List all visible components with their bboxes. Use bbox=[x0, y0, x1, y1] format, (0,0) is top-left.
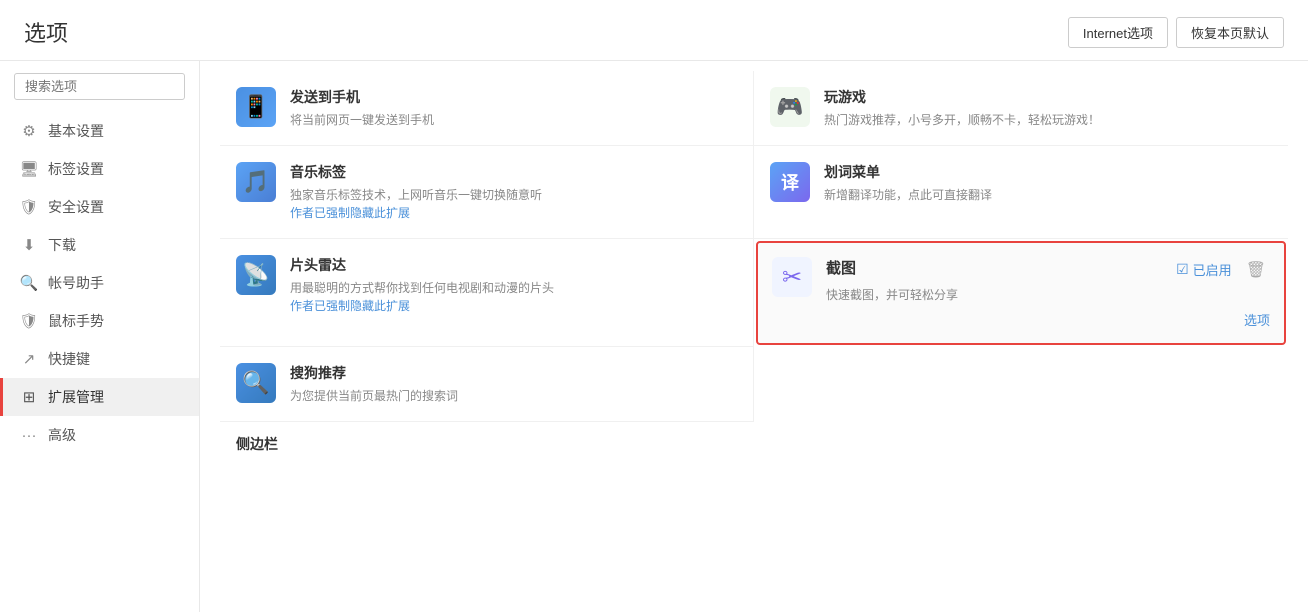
shield-icon: 🛡 bbox=[20, 198, 38, 216]
advanced-icon: ··· bbox=[20, 426, 38, 444]
ext-desc: 新增翻译功能，点此可直接翻译 bbox=[824, 186, 1272, 204]
ext-desc: 将当前网页一键发送到手机 bbox=[290, 111, 737, 129]
shortcut-icon: ↗ bbox=[20, 350, 38, 368]
sidebar-item-label: 基本设置 bbox=[48, 121, 104, 141]
ext-item-search-suggest: 🔍 搜狗推荐 为您提供当前页最热门的搜索词 bbox=[220, 347, 754, 422]
screenshot-options-link[interactable]: 选项 bbox=[826, 310, 1270, 329]
search-input[interactable] bbox=[14, 73, 185, 100]
ext-desc: 用最聪明的方式帮你找到任何电视剧和动漫的片头 作者已强制隐藏此扩展 bbox=[290, 279, 737, 315]
sidebar: ⚙ 基本设置 🖥 标签设置 🛡 安全设置 ⬇ 下载 🔍 帐号助手 🛡 鼠标手势 … bbox=[0, 61, 200, 612]
ext-info: 片头雷达 用最聪明的方式帮你找到任何电视剧和动漫的片头 作者已强制隐藏此扩展 bbox=[290, 255, 737, 315]
hidden-link2[interactable]: 作者已强制隐藏此扩展 bbox=[290, 299, 410, 313]
ext-info: 发送到手机 将当前网页一键发送到手机 bbox=[290, 87, 737, 129]
ext-title: 划词菜单 bbox=[824, 162, 1272, 182]
ext-title: 片头雷达 bbox=[290, 255, 737, 275]
ext-info: 音乐标签 独家音乐标签技术，上网听音乐一键切换随意听 作者已强制隐藏此扩展 bbox=[290, 162, 737, 222]
mouse-icon: 🛡 bbox=[20, 312, 38, 330]
ext-info: 划词菜单 新增翻译功能，点此可直接翻译 bbox=[824, 162, 1272, 204]
sidebar-item-label: 鼠标手势 bbox=[48, 311, 104, 331]
ext-desc: 热门游戏推荐，小号多开，顺畅不卡，轻松玩游戏！ bbox=[824, 111, 1272, 129]
play-game-icon: 🎮 bbox=[770, 87, 810, 127]
ext-title: 音乐标签 bbox=[290, 162, 737, 182]
extensions-icon: ⊞ bbox=[20, 388, 38, 406]
main-content: 📱 发送到手机 将当前网页一键发送到手机 🎮 玩游戏 热门游戏推荐，小号多开，顺… bbox=[200, 61, 1308, 612]
sidebar-item-label: 快捷键 bbox=[48, 349, 90, 369]
sidebar-item-download[interactable]: ⬇ 下载 bbox=[0, 226, 199, 264]
restore-defaults-button[interactable]: 恢复本页默认 bbox=[1176, 17, 1284, 48]
ext-item-send-to-phone: 📱 发送到手机 将当前网页一键发送到手机 bbox=[220, 71, 754, 146]
ext-info: 搜狗推荐 为您提供当前页最热门的搜索词 bbox=[290, 363, 737, 405]
ext-item-translate: 译 划词菜单 新增翻译功能，点此可直接翻译 bbox=[754, 146, 1288, 239]
monitor-icon: 🖥 bbox=[20, 160, 38, 178]
gear-icon: ⚙ bbox=[20, 122, 38, 140]
checkmark-icon: ☑ bbox=[1176, 261, 1189, 278]
sidebar-item-shortcut[interactable]: ↗ 快捷键 bbox=[0, 340, 199, 378]
section-label: 侧边栏 bbox=[220, 422, 1288, 458]
sidebar-item-basic[interactable]: ⚙ 基本设置 bbox=[0, 112, 199, 150]
enabled-label: 已启用 bbox=[1193, 260, 1232, 279]
sidebar-item-account[interactable]: 🔍 帐号助手 bbox=[0, 264, 199, 302]
sidebar-item-tabs[interactable]: 🖥 标签设置 bbox=[0, 150, 199, 188]
ext-item-screenshot: ✂ 截图 ☑ 已启用 🗑 快速截图，并可轻松分享 选项 bbox=[756, 241, 1286, 345]
radar-icon: 📡 bbox=[236, 255, 276, 295]
ext-item-play-game: 🎮 玩游戏 热门游戏推荐，小号多开，顺畅不卡，轻松玩游戏！ bbox=[754, 71, 1288, 146]
ext-desc: 为您提供当前页最热门的搜索词 bbox=[290, 387, 737, 405]
delete-icon[interactable]: 🗑 bbox=[1242, 258, 1270, 282]
ext-desc-text: 独家音乐标签技术，上网听音乐一键切换随意听 bbox=[290, 188, 542, 202]
sidebar-item-extensions[interactable]: ⊞ 扩展管理 bbox=[0, 378, 199, 416]
ext-item-music-tab: 🎵 音乐标签 独家音乐标签技术，上网听音乐一键切换随意听 作者已强制隐藏此扩展 bbox=[220, 146, 754, 239]
ext-desc: 独家音乐标签技术，上网听音乐一键切换随意听 作者已强制隐藏此扩展 bbox=[290, 186, 737, 222]
ext-title: 玩游戏 bbox=[824, 87, 1272, 107]
translate-icon: 译 bbox=[770, 162, 810, 202]
music-tab-icon: 🎵 bbox=[236, 162, 276, 202]
page-title: 选项 bbox=[24, 16, 68, 48]
download-icon: ⬇ bbox=[20, 236, 38, 254]
sidebar-item-mouse[interactable]: 🛡 鼠标手势 bbox=[0, 302, 199, 340]
sidebar-item-label: 安全设置 bbox=[48, 197, 104, 217]
page-header: 选项 Internet选项 恢复本页默认 bbox=[0, 0, 1308, 61]
ext-item-empty bbox=[754, 347, 1288, 422]
send-to-phone-icon: 📱 bbox=[236, 87, 276, 127]
screenshot-icon: ✂ bbox=[772, 257, 812, 297]
ext-title: 发送到手机 bbox=[290, 87, 737, 107]
sidebar-item-label: 下载 bbox=[48, 235, 76, 255]
sidebar-item-label: 帐号助手 bbox=[48, 273, 104, 293]
layout: ⚙ 基本设置 🖥 标签设置 🛡 安全设置 ⬇ 下载 🔍 帐号助手 🛡 鼠标手势 … bbox=[0, 61, 1308, 612]
screenshot-title: 截图 bbox=[826, 257, 856, 278]
sidebar-item-label: 标签设置 bbox=[48, 159, 104, 179]
screenshot-desc: 快速截图，并可轻松分享 bbox=[826, 286, 1270, 304]
ext-info: 玩游戏 热门游戏推荐，小号多开，顺畅不卡，轻松玩游戏！ bbox=[824, 87, 1272, 129]
hidden-link[interactable]: 作者已强制隐藏此扩展 bbox=[290, 206, 410, 220]
ext-desc-text: 用最聪明的方式帮你找到任何电视剧和动漫的片头 bbox=[290, 281, 554, 295]
sidebar-item-advanced[interactable]: ··· 高级 bbox=[0, 416, 199, 454]
screenshot-inner: 截图 ☑ 已启用 🗑 快速截图，并可轻松分享 选项 bbox=[826, 257, 1270, 329]
sidebar-item-security[interactable]: 🛡 安全设置 bbox=[0, 188, 199, 226]
sidebar-item-label: 高级 bbox=[48, 425, 76, 445]
internet-options-button[interactable]: Internet选项 bbox=[1068, 17, 1168, 48]
header-buttons: Internet选项 恢复本页默认 bbox=[1068, 17, 1284, 48]
ext-item-radar: 📡 片头雷达 用最聪明的方式帮你找到任何电视剧和动漫的片头 作者已强制隐藏此扩展 bbox=[220, 239, 754, 347]
search-suggest-icon: 🔍 bbox=[236, 363, 276, 403]
ext-title: 搜狗推荐 bbox=[290, 363, 737, 383]
enabled-badge: ☑ 已启用 bbox=[1176, 260, 1232, 279]
sidebar-item-label: 扩展管理 bbox=[48, 387, 104, 407]
search-box bbox=[14, 73, 185, 100]
extensions-grid: 📱 发送到手机 将当前网页一键发送到手机 🎮 玩游戏 热门游戏推荐，小号多开，顺… bbox=[220, 71, 1288, 422]
account-icon: 🔍 bbox=[20, 274, 38, 292]
